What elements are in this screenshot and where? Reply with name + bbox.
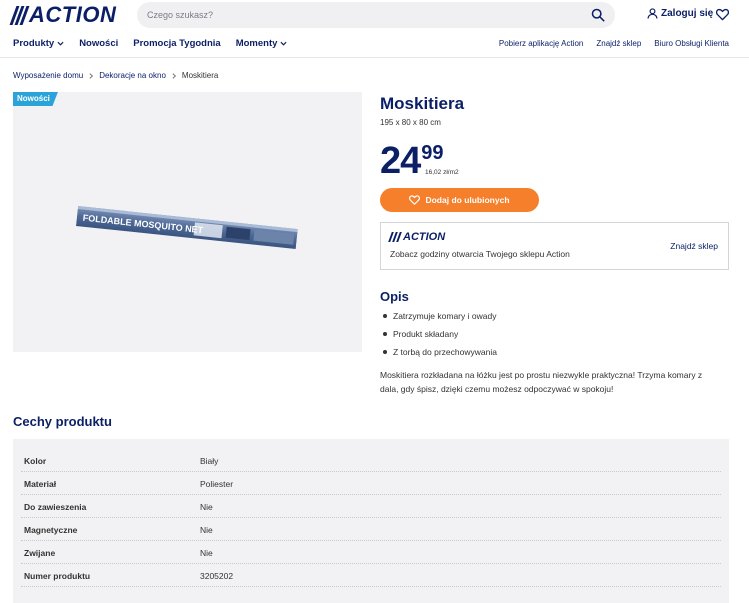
nav-nowosci[interactable]: Nowości — [79, 38, 118, 49]
product-box-image: FOLDABLE MOSQUITO NET — [75, 206, 298, 250]
features-table: Kolor Biały Materiał Poliester Do zawies… — [13, 439, 729, 603]
main-navigation: Produkty Nowości Promocja Tygodnia Momen… — [0, 30, 749, 58]
search-input[interactable] — [147, 6, 577, 24]
login-link[interactable]: Zaloguj się — [647, 8, 713, 19]
find-store-link[interactable]: Znajdź sklep — [670, 241, 718, 251]
action-logo[interactable]: ACTION — [9, 2, 117, 27]
features-title: Cechy produktu — [13, 414, 112, 429]
add-to-favorites-label: Dodaj do ulubionych — [425, 195, 510, 205]
table-row: Kolor Biały — [21, 449, 721, 472]
store-logo: ACTION — [388, 231, 445, 243]
nav-momenty[interactable]: Momenty — [236, 38, 288, 49]
store-hours-text: Zobacz godziny otwarcia Twojego sklepu A… — [390, 249, 570, 259]
unit-price: 16,02 zł/m2 — [425, 169, 459, 176]
add-to-favorites-button[interactable]: Dodaj do ulubionych — [380, 188, 539, 212]
description-text: Moskitiera rozkładana na łóżku jest po p… — [380, 370, 703, 394]
feature-value: Poliester — [200, 479, 234, 489]
search-bar — [137, 2, 615, 28]
nav-biuro-obslugi[interactable]: Biuro Obsługi Klienta — [654, 39, 729, 48]
table-row: Materiał Poliester — [21, 472, 721, 495]
feature-value: 3205202 — [200, 571, 234, 581]
table-row: Do zawieszenia Nie — [21, 495, 721, 518]
nav-promocja-tygodnia[interactable]: Promocja Tygodnia — [133, 38, 220, 49]
feature-value: Nie — [200, 502, 213, 512]
product-dimensions: 195 x 80 x 80 cm — [380, 118, 441, 127]
feature-value: Nie — [200, 525, 213, 535]
badge-new: Nowości — [13, 92, 58, 106]
logo-text: ACTION — [29, 2, 117, 27]
feature-name: Materiał — [24, 479, 57, 489]
feature-name: Kolor — [24, 456, 47, 466]
feature-name: Magnetyczne — [24, 525, 78, 535]
nav-pobierz-aplikacje[interactable]: Pobierz aplikację Action — [499, 39, 584, 48]
store-box: ACTION Zobacz godziny otwarcia Twojego s… — [380, 222, 729, 270]
list-item: Zatrzymuje komary i owady — [383, 311, 497, 329]
nav-znajdz-sklep[interactable]: Znajdź sklep — [596, 39, 641, 48]
description-title: Opis — [380, 289, 409, 304]
login-label: Zaloguj się — [661, 8, 714, 19]
header: ACTION Zaloguj się — [0, 0, 749, 30]
list-item: Z torbą do przechowywania — [383, 347, 497, 365]
chevron-right-icon — [89, 72, 94, 79]
breadcrumb-item[interactable]: Wyposażenie domu — [13, 71, 83, 80]
heart-icon[interactable] — [716, 8, 729, 21]
feature-value: Biały — [200, 456, 219, 466]
feature-name: Zwijane — [24, 548, 56, 558]
breadcrumb-item[interactable]: Dekoracje na okno — [99, 71, 166, 80]
table-row: Zwijane Nie — [21, 541, 721, 564]
heart-icon — [409, 195, 421, 205]
feature-value: Nie — [200, 548, 213, 558]
price-integer: 24 — [380, 140, 421, 182]
product-image[interactable]: Nowości FOLDABLE MOSQUITO NET — [13, 92, 362, 352]
chevron-down-icon — [280, 41, 287, 46]
feature-name: Numer produktu — [24, 571, 91, 581]
table-row: Magnetyczne Nie — [21, 518, 721, 541]
price-decimal: 99 — [421, 142, 444, 164]
search-icon[interactable] — [591, 8, 605, 22]
product-title: Moskitiera — [380, 94, 465, 113]
table-row: Numer produktu 3205202 — [21, 564, 721, 587]
feature-name: Do zawieszenia — [24, 502, 87, 512]
description-bullets: Zatrzymuje komary i owady Produkt składa… — [383, 311, 497, 365]
chevron-right-icon — [172, 72, 177, 79]
chevron-down-icon — [57, 41, 64, 46]
breadcrumb: Wyposażenie domu Dekoracje na okno Moski… — [13, 71, 218, 80]
nav-produkty[interactable]: Produkty — [13, 38, 64, 49]
list-item: Produkt składany — [383, 329, 497, 347]
user-icon — [647, 8, 658, 19]
breadcrumb-current: Moskitiera — [181, 71, 219, 80]
